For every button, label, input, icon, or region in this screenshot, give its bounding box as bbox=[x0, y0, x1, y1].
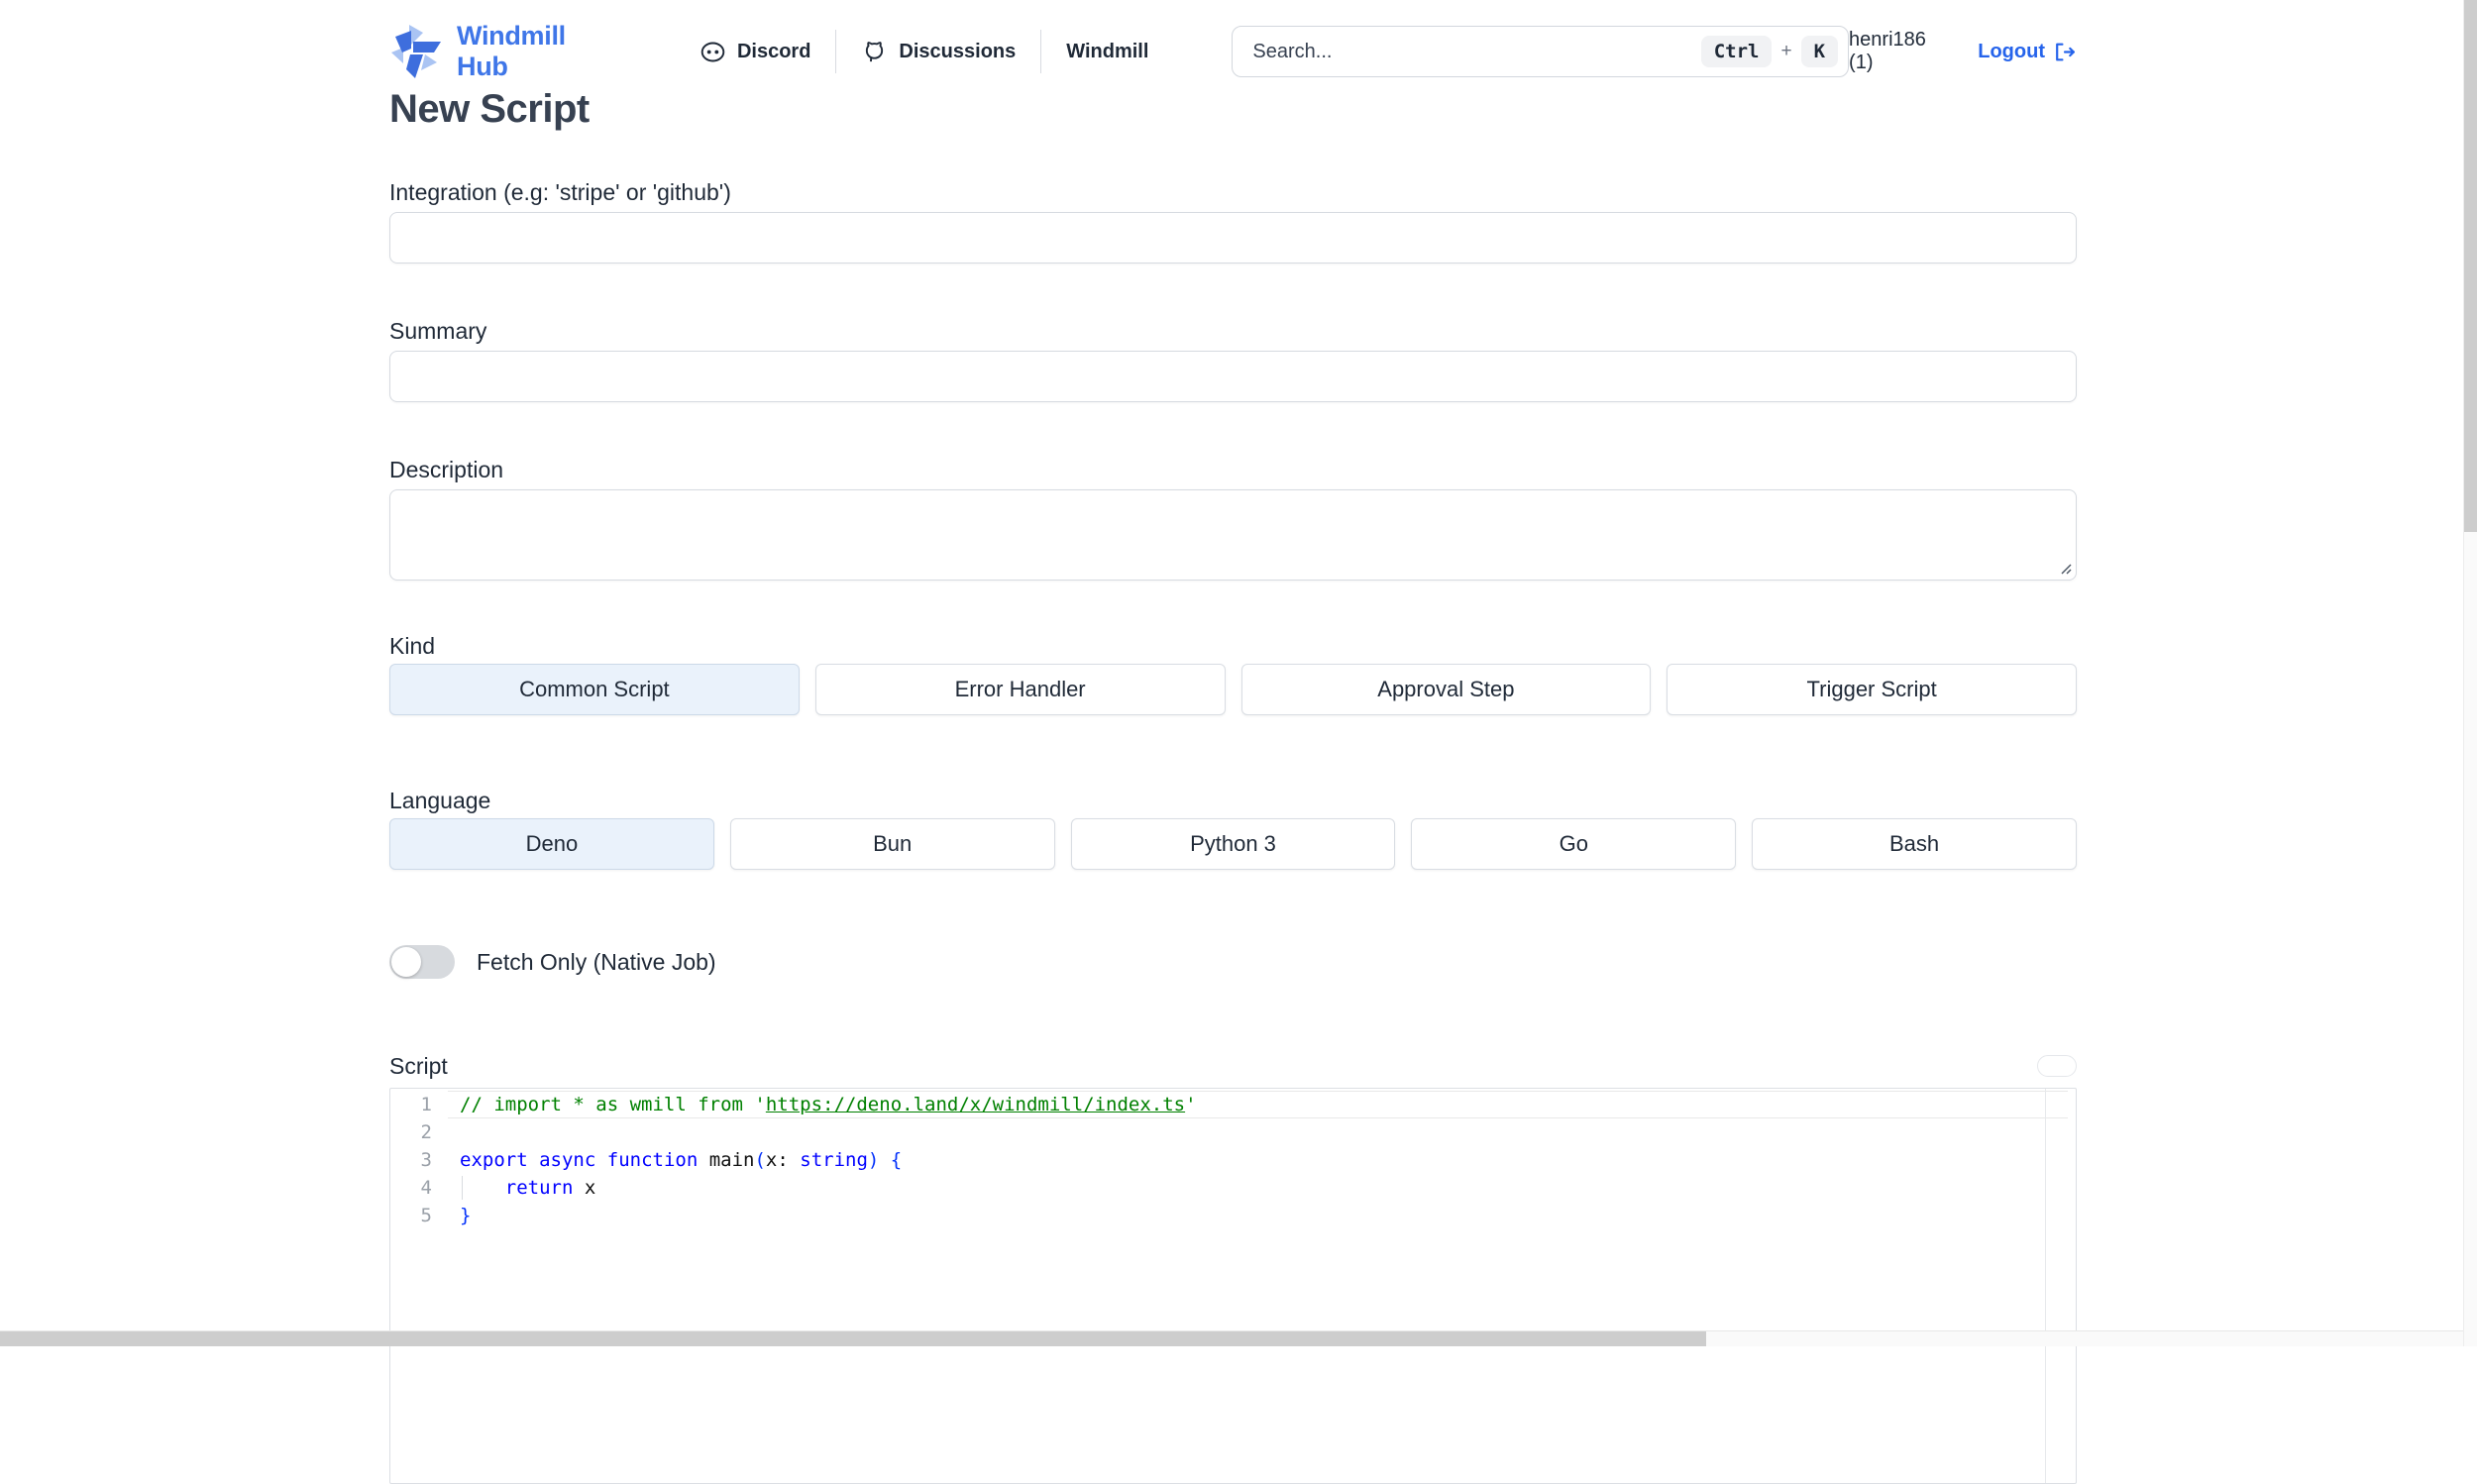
brand[interactable]: Windmill Hub bbox=[389, 21, 620, 82]
logout-link[interactable]: Logout bbox=[1978, 40, 2077, 64]
line-number: 2 bbox=[390, 1118, 460, 1146]
kind-option-common-script[interactable]: Common Script bbox=[389, 664, 800, 715]
summary-label: Summary bbox=[389, 317, 2077, 345]
line-number: 3 bbox=[390, 1146, 460, 1174]
kind-option-approval-step[interactable]: Approval Step bbox=[1241, 664, 1652, 715]
discord-icon bbox=[700, 39, 726, 65]
nav-label-windmill: Windmill bbox=[1066, 41, 1148, 63]
script-label: Script bbox=[389, 1052, 448, 1080]
editor-collapse-pill-button[interactable] bbox=[2037, 1055, 2077, 1077]
user-area: henri186 (1) Logout bbox=[1849, 29, 2077, 74]
vertical-scrollbar-thumb[interactable] bbox=[2464, 0, 2477, 532]
kind-option-error-handler[interactable]: Error Handler bbox=[815, 664, 1226, 715]
nav-label-discord: Discord bbox=[737, 41, 810, 63]
kind-options: Common Script Error Handler Approval Step T… bbox=[389, 664, 2077, 715]
description-textarea[interactable] bbox=[389, 489, 2077, 581]
code-line-5: 5} bbox=[390, 1202, 2076, 1229]
kind-label: Kind bbox=[389, 632, 2077, 660]
discussions-icon bbox=[861, 39, 888, 65]
language-option-deno[interactable]: Deno bbox=[389, 818, 714, 870]
integration-label: Integration (e.g: 'stripe' or 'github') bbox=[389, 178, 2077, 206]
kind-option-trigger-script[interactable]: Trigger Script bbox=[1667, 664, 2077, 715]
nav-item-discussions[interactable]: Discussions bbox=[861, 39, 1016, 65]
code-text: } bbox=[460, 1202, 471, 1229]
horizontal-scrollbar[interactable] bbox=[0, 1330, 2477, 1346]
code-text: return x bbox=[460, 1174, 595, 1202]
language-option-python-3[interactable]: Python 3 bbox=[1071, 818, 1396, 870]
line-number: 4 bbox=[390, 1174, 460, 1202]
line-number: 5 bbox=[390, 1202, 460, 1229]
fetch-only-label: Fetch Only (Native Job) bbox=[477, 949, 716, 976]
key-k-badge: K bbox=[1801, 36, 1838, 67]
description-label: Description bbox=[389, 456, 2077, 483]
code-line-1: 1// import * as wmill from 'https://deno… bbox=[390, 1091, 2076, 1118]
code-text: // import * as wmill from 'https://deno.… bbox=[460, 1091, 1197, 1118]
vertical-scrollbar[interactable] bbox=[2463, 0, 2477, 1346]
editor-scroll-divider bbox=[2045, 1089, 2046, 1483]
nav-label-discussions: Discussions bbox=[899, 41, 1016, 63]
language-options: Deno Bun Python 3 Go Bash bbox=[389, 818, 2077, 870]
fetch-only-toggle[interactable] bbox=[389, 945, 455, 979]
windmill-logo-icon bbox=[389, 23, 443, 80]
nav-divider bbox=[1040, 30, 1041, 73]
search-input[interactable]: Search... Ctrl + K bbox=[1232, 26, 1849, 77]
nav-item-windmill[interactable]: Windmill bbox=[1066, 41, 1148, 63]
summary-input[interactable] bbox=[389, 351, 2077, 402]
key-ctrl-badge: Ctrl bbox=[1701, 36, 1773, 67]
code-line-2: 2 bbox=[390, 1118, 2076, 1146]
line-number: 1 bbox=[390, 1091, 460, 1118]
language-label: Language bbox=[389, 787, 2077, 814]
username-text: henri186 (1) bbox=[1849, 29, 1952, 74]
logout-label: Logout bbox=[1978, 41, 2045, 63]
language-option-bun[interactable]: Bun bbox=[730, 818, 1055, 870]
nav-item-discord[interactable]: Discord bbox=[700, 39, 810, 65]
code-line-3: 3export async function main(x: string) { bbox=[390, 1146, 2076, 1174]
nav-divider bbox=[835, 30, 836, 73]
page-title: New Script bbox=[389, 87, 2077, 131]
integration-input[interactable] bbox=[389, 212, 2077, 264]
language-option-bash[interactable]: Bash bbox=[1752, 818, 2077, 870]
horizontal-scrollbar-thumb[interactable] bbox=[0, 1331, 1706, 1346]
code-text: export async function main(x: string) { bbox=[460, 1146, 902, 1174]
search-placeholder: Search... bbox=[1252, 41, 1700, 63]
language-option-go[interactable]: Go bbox=[1411, 818, 1736, 870]
script-editor[interactable]: 1// import * as wmill from 'https://deno… bbox=[389, 1088, 2077, 1484]
header: Windmill Hub Discord bbox=[389, 0, 2077, 79]
header-nav: Discord Discussions Windmill bbox=[700, 30, 1148, 73]
brand-title: Windmill Hub bbox=[457, 21, 620, 82]
code-line-4: 4 return x bbox=[390, 1174, 2076, 1202]
toggle-knob bbox=[391, 947, 421, 977]
key-plus: + bbox=[1780, 41, 1791, 62]
resize-grip-icon[interactable] bbox=[2058, 561, 2072, 575]
logout-icon bbox=[2052, 40, 2077, 64]
